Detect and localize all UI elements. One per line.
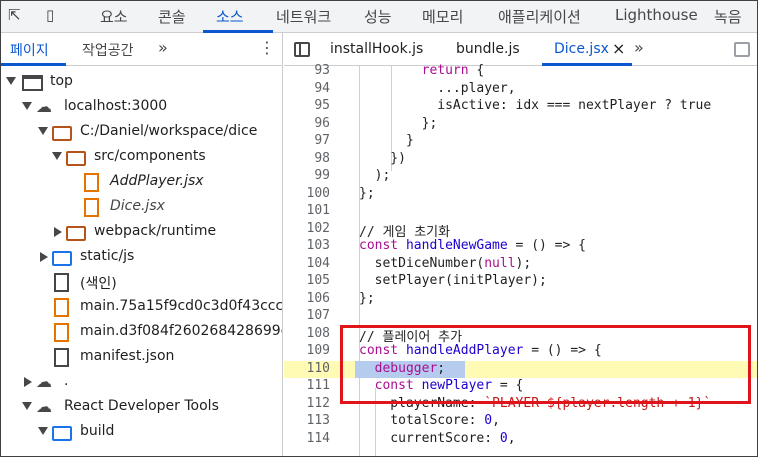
code-line: 107 xyxy=(306,308,330,323)
tree-item-webpack-runtime[interactable]: webpack/runtime xyxy=(0,220,282,245)
tree-item-label: src/components xyxy=(94,148,206,164)
code-line: 94 ...player, xyxy=(314,80,516,96)
code-line: 100}; xyxy=(306,185,375,201)
folder-icon xyxy=(66,226,86,241)
tree-item-localhost[interactable]: ☁ localhost:3000 xyxy=(0,95,282,120)
code-line: 95 isActive: idx === nextPlayer ? true xyxy=(314,98,712,113)
annotation-highlight-box xyxy=(340,325,751,404)
code-line: 98 }) xyxy=(314,150,406,166)
tree-item-build[interactable]: build xyxy=(0,420,282,445)
tree-item-hot-update-2[interactable]: main.d3f084f260268428699e.hot-update.js xyxy=(0,320,282,345)
code-line: 102// 게임 초기화 xyxy=(306,220,451,240)
navigator-header: 페이지 작업공간 » ⋮ xyxy=(0,33,282,66)
tree-item-static-js[interactable]: static/js xyxy=(0,245,282,270)
tree-item-label: React Developer Tools xyxy=(64,398,219,414)
devtools-tab-strip: ⇱ ▯ 요소 콘솔 소스 네트워크 성능 메모리 애플리케이션 Lighthou… xyxy=(0,0,758,33)
tab-recorder[interactable]: 녹음 xyxy=(714,6,742,27)
code-line: 96 }; xyxy=(314,115,438,131)
tree-item-label: top xyxy=(50,73,73,89)
file-icon xyxy=(54,298,69,317)
tree-item-label: static/js xyxy=(80,248,135,264)
tree-item-react-devtools[interactable]: ☁ React Developer Tools xyxy=(0,395,282,420)
code-line: 103 const handleNewGame = () => { xyxy=(306,238,586,253)
tree-item-dot[interactable]: ☁ . xyxy=(0,370,282,395)
tree-item-label: webpack/runtime xyxy=(94,223,217,239)
tree-item-label: build xyxy=(80,423,115,439)
code-line: 101 xyxy=(306,203,330,218)
code-line: 93 return { xyxy=(314,63,485,78)
editor-tab-installhook[interactable]: installHook.js xyxy=(330,41,423,57)
code-line: 106}; xyxy=(306,290,375,306)
cloud-icon: ☁ xyxy=(36,397,52,416)
folder-icon xyxy=(66,151,86,166)
file-icon xyxy=(54,273,69,292)
tab-workspace[interactable]: 작업공간 xyxy=(82,40,134,60)
toggle-navigator-icon[interactable] xyxy=(294,42,310,57)
code-line: 104 setDiceNumber(null); xyxy=(306,255,532,271)
collapse-arrow-icon[interactable] xyxy=(54,227,62,237)
editor-tab-dice[interactable]: Dice.jsx xyxy=(554,41,609,57)
code-line: 113 totalScore: 0, xyxy=(306,413,500,428)
editor-tab-strip: installHook.js bundle.js Dice.jsx × » xyxy=(284,33,758,66)
frame-icon xyxy=(22,75,43,91)
file-icon xyxy=(54,323,69,342)
tab-memory[interactable]: 메모리 xyxy=(422,6,463,27)
tree-item-hot-update-1[interactable]: main.75a15f9cd0c3d0f43ccc.hot-update.js xyxy=(0,295,283,320)
more-options-icon[interactable]: ⋮ xyxy=(259,38,275,57)
expand-arrow-icon[interactable] xyxy=(22,402,32,410)
file-icon xyxy=(54,348,69,367)
expand-arrow-icon[interactable] xyxy=(22,102,32,110)
tree-item-label: localhost:3000 xyxy=(64,98,168,114)
tree-item-label: main.d3f084f260268428699e.hot-update.js xyxy=(80,323,282,339)
collapse-arrow-icon[interactable] xyxy=(24,377,32,387)
tree-item-label: main.75a15f9cd0c3d0f43ccc.hot-update.js xyxy=(80,298,283,314)
code-line: 105 setPlayer(initPlayer); xyxy=(306,273,547,288)
tree-item-label: C:/Daniel/workspace/dice xyxy=(80,123,258,139)
tree-item-src-components[interactable]: src/components xyxy=(0,145,282,170)
tree-item-label: Dice.jsx xyxy=(110,198,165,214)
tab-application[interactable]: 애플리케이션 xyxy=(498,6,581,27)
more-tabs-icon[interactable]: » xyxy=(158,38,168,57)
tab-console[interactable]: 콘솔 xyxy=(158,6,186,27)
tab-elements[interactable]: 요소 xyxy=(100,6,128,27)
code-line: 97 } xyxy=(314,133,414,148)
folder-icon xyxy=(52,126,72,141)
tab-lighthouse[interactable]: Lighthouse xyxy=(615,6,698,24)
tree-item-dice[interactable]: Dice.jsx xyxy=(0,195,282,220)
tab-network[interactable]: 네트워크 xyxy=(276,6,331,27)
expand-arrow-icon[interactable] xyxy=(38,127,48,135)
expand-arrow-icon[interactable] xyxy=(38,427,48,435)
code-line: 114 currentScore: 0, xyxy=(306,430,516,446)
device-toolbar-icon[interactable]: ▯ xyxy=(46,6,66,26)
collapse-arrow-icon[interactable] xyxy=(40,252,48,262)
toggle-debugger-icon[interactable] xyxy=(734,42,750,57)
editor-tab-bundle[interactable]: bundle.js xyxy=(456,41,520,57)
tree-item-label: AddPlayer.jsx xyxy=(110,173,204,189)
expand-arrow-icon[interactable] xyxy=(52,152,62,160)
close-icon[interactable]: × xyxy=(612,39,625,58)
cloud-icon: ☁ xyxy=(36,372,52,391)
navigator-tab-indicator xyxy=(0,63,66,66)
tree-item-addplayer[interactable]: AddPlayer.jsx xyxy=(0,170,282,195)
cloud-icon: ☁ xyxy=(36,97,52,116)
more-tabs-icon[interactable]: » xyxy=(634,38,644,57)
inspect-element-icon[interactable]: ⇱ xyxy=(8,6,28,26)
file-icon xyxy=(84,173,99,192)
tree-item-index[interactable]: (색인) xyxy=(0,270,282,295)
tree-item-label: manifest.json xyxy=(80,348,175,364)
tab-sources[interactable]: 소스 xyxy=(216,6,244,27)
expand-arrow-icon[interactable] xyxy=(6,77,16,85)
folder-icon xyxy=(52,251,72,266)
tree-item-label: . xyxy=(64,373,69,389)
tree-item-label: (색인) xyxy=(80,276,117,292)
tab-page[interactable]: 페이지 xyxy=(10,40,49,60)
tab-performance[interactable]: 성능 xyxy=(364,6,392,27)
tree-item-manifest[interactable]: manifest.json xyxy=(0,345,282,370)
tree-item-top[interactable]: top xyxy=(0,70,282,95)
code-line: 99 ); xyxy=(314,168,391,183)
sources-navigator: 페이지 작업공간 » ⋮ top ☁ localhost:3000 C:/Dan… xyxy=(0,33,283,457)
file-icon xyxy=(84,198,99,217)
tree-item-project-folder[interactable]: C:/Daniel/workspace/dice xyxy=(0,120,282,145)
folder-icon xyxy=(52,426,72,441)
